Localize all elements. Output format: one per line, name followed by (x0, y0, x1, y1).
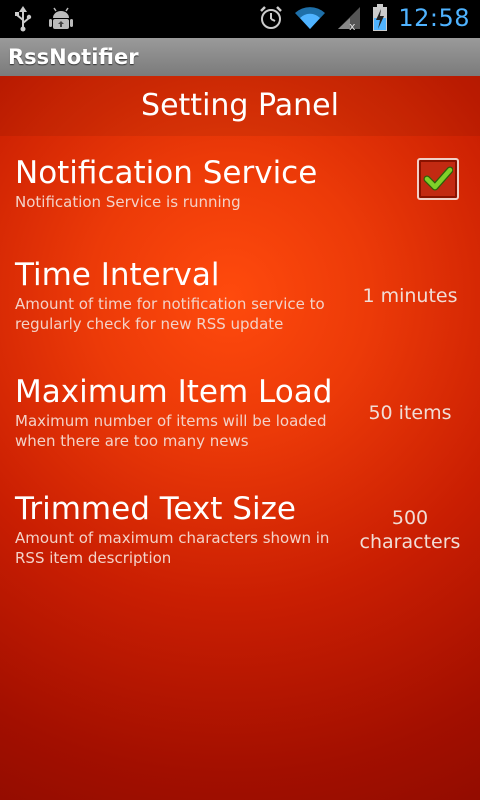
setting-description: Notification Service is running (15, 193, 241, 211)
checkmark-icon (423, 166, 453, 191)
setting-value-line: 500 (391, 507, 429, 529)
setting-value: 500 characters (350, 506, 470, 554)
setting-description: Amount of time for notification service … (15, 295, 325, 333)
notification-service-checkbox[interactable] (417, 158, 459, 200)
android-debug-icon (48, 6, 74, 32)
battery-charging-icon (372, 4, 388, 32)
setting-value: 1 minutes (362, 285, 458, 307)
signal-icon: x (336, 5, 362, 31)
wifi-icon (294, 5, 326, 31)
app-title-bar: RssNotifier (0, 38, 480, 76)
svg-text:x: x (349, 20, 356, 31)
setting-maximum-item-load[interactable]: Maximum Item Load Maximum number of item… (15, 373, 465, 457)
setting-time-interval[interactable]: Time Interval Amount of time for notific… (15, 256, 465, 340)
status-time: 12:58 (398, 4, 470, 32)
usb-icon (14, 6, 32, 32)
setting-notification-service[interactable]: Notification Service Notification Servic… (15, 154, 465, 224)
setting-description: Amount of maximum characters shown in RS… (15, 529, 330, 567)
panel-header: Setting Panel (0, 76, 480, 136)
setting-trimmed-text-size[interactable]: Trimmed Text Size Amount of maximum char… (15, 490, 465, 574)
app-title: RssNotifier (8, 45, 139, 69)
alarm-icon (258, 5, 284, 31)
setting-description: Maximum number of items will be loaded w… (15, 412, 327, 450)
setting-title: Notification Service (15, 155, 318, 191)
status-bar: x 12:58 (0, 0, 480, 38)
setting-value-line: characters (359, 531, 461, 553)
setting-value: 50 items (368, 402, 452, 424)
settings-panel: Setting Panel Notification Service Notif… (0, 76, 480, 800)
